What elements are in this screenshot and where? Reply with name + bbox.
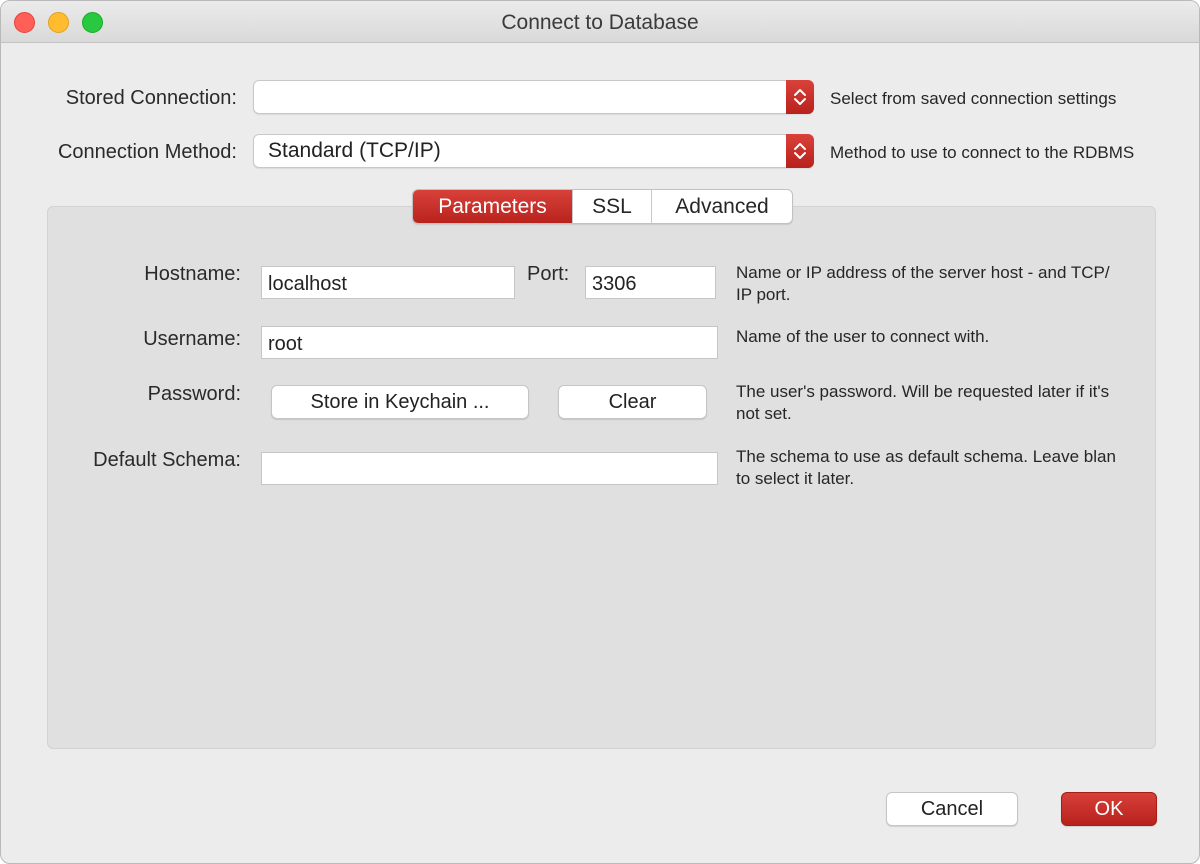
cancel-button[interactable]: Cancel [886, 792, 1018, 826]
title-bar: Connect to Database [1, 1, 1199, 43]
port-label: Port: [527, 263, 570, 285]
connection-method-dropdown-arrow[interactable] [786, 134, 814, 168]
clear-password-button[interactable]: Clear [558, 385, 707, 419]
username-field[interactable]: root [261, 326, 718, 359]
hostname-field[interactable]: localhost [261, 266, 515, 299]
connection-method-value: Standard (TCP/IP) [268, 139, 441, 162]
connection-method-label: Connection Method: [57, 141, 237, 163]
stored-connection-select[interactable] [253, 80, 814, 114]
store-in-keychain-button[interactable]: Store in Keychain ... [271, 385, 529, 419]
connection-method-select[interactable]: Standard (TCP/IP) [253, 134, 814, 168]
tab-ssl[interactable]: SSL [572, 190, 651, 223]
chevron-up-down-icon [794, 89, 806, 105]
stored-connection-hint: Select from saved connection settings [830, 89, 1117, 108]
tab-bar: Parameters SSL Advanced [412, 189, 793, 224]
stored-connection-label: Stored Connection: [65, 87, 237, 109]
password-hint: The user's password. Will be requested l… [736, 381, 1109, 425]
default-schema-hint-line-1: The schema to use as default schema. Lea… [736, 447, 1116, 466]
password-hint-line-1: The user's password. Will be requested l… [736, 382, 1110, 401]
port-field[interactable]: 3306 [585, 266, 716, 299]
connection-method-hint: Method to use to connect to the RDBMS [830, 143, 1135, 162]
hostname-label: Hostname: [144, 263, 241, 285]
hostname-hint: Name or IP address of the server host - … [736, 262, 1110, 306]
default-schema-label: Default Schema: [93, 449, 241, 471]
chevron-up-down-icon [794, 143, 806, 159]
stored-connection-dropdown-arrow[interactable] [786, 80, 814, 114]
connect-dialog-window: Connect to Database Stored Connection: S… [0, 0, 1200, 864]
window-title: Connect to Database [501, 11, 699, 34]
default-schema-hint-line-2: to select it later. [736, 469, 855, 488]
tab-advanced[interactable]: Advanced [651, 190, 792, 223]
hostname-hint-line-1: Name or IP address of the server host - … [736, 263, 1110, 282]
password-label: Password: [147, 383, 241, 405]
default-schema-hint: The schema to use as default schema. Lea… [736, 446, 1116, 490]
hostname-value: localhost [268, 273, 347, 295]
hostname-hint-line-2: IP port. [736, 285, 791, 304]
default-schema-field[interactable] [261, 452, 718, 485]
port-value: 3306 [592, 273, 637, 295]
tab-parameters[interactable]: Parameters [413, 190, 572, 223]
ok-button[interactable]: OK [1061, 792, 1157, 826]
username-hint: Name of the user to connect with. [736, 327, 990, 346]
username-value: root [268, 333, 303, 355]
username-label: Username: [143, 328, 241, 350]
password-hint-line-2: not set. [736, 404, 792, 423]
